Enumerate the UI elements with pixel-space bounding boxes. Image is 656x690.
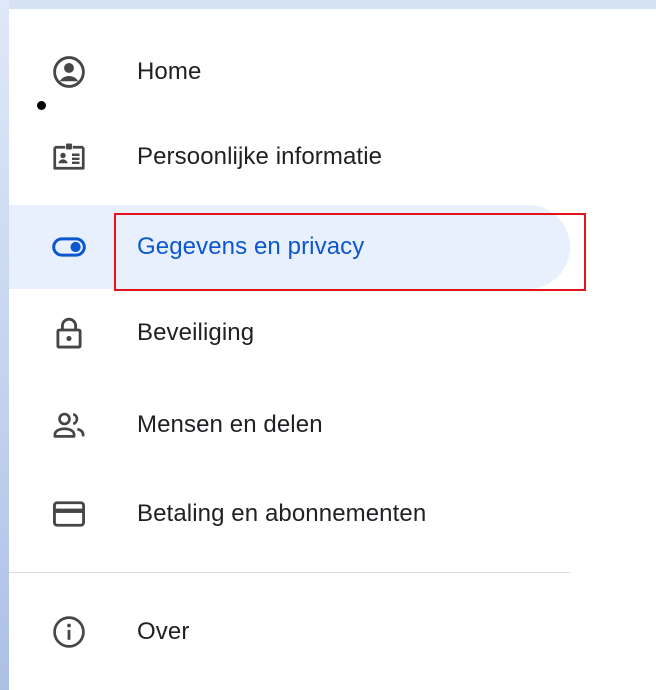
left-background-strip <box>0 0 9 690</box>
toggle-icon <box>51 229 87 265</box>
nav-item-payments[interactable]: Betaling en abonnementen <box>9 472 570 556</box>
nav-label-security: Beveiliging <box>137 319 255 346</box>
account-circle-icon <box>51 54 87 90</box>
info-icon <box>51 614 87 650</box>
nav-label-people-sharing: Mensen en delen <box>137 411 323 438</box>
nav-item-security[interactable]: Beveiliging <box>9 291 570 375</box>
nav-label-payments: Betaling en abonnementen <box>137 500 427 527</box>
people-icon <box>51 407 87 443</box>
nav-item-people-sharing[interactable]: Mensen en delen <box>9 383 570 467</box>
nav-divider <box>9 572 570 573</box>
nav-item-home[interactable]: Home <box>9 30 570 114</box>
id-card-icon <box>51 139 87 175</box>
nav-item-about[interactable]: Over <box>9 590 570 674</box>
credit-card-icon <box>51 496 87 532</box>
lock-icon <box>51 315 87 351</box>
nav-label-personal-info: Persoonlijke informatie <box>137 143 383 170</box>
nav-label-home: Home <box>137 58 202 85</box>
nav-item-data-privacy[interactable]: Gegevens en privacy <box>9 205 570 289</box>
nav-label-data-privacy: Gegevens en privacy <box>137 233 365 260</box>
cursor-dot <box>37 101 46 110</box>
top-background-strip <box>0 0 656 9</box>
nav-item-personal-info[interactable]: Persoonlijke informatie <box>9 115 570 199</box>
nav-label-about: Over <box>137 618 190 645</box>
